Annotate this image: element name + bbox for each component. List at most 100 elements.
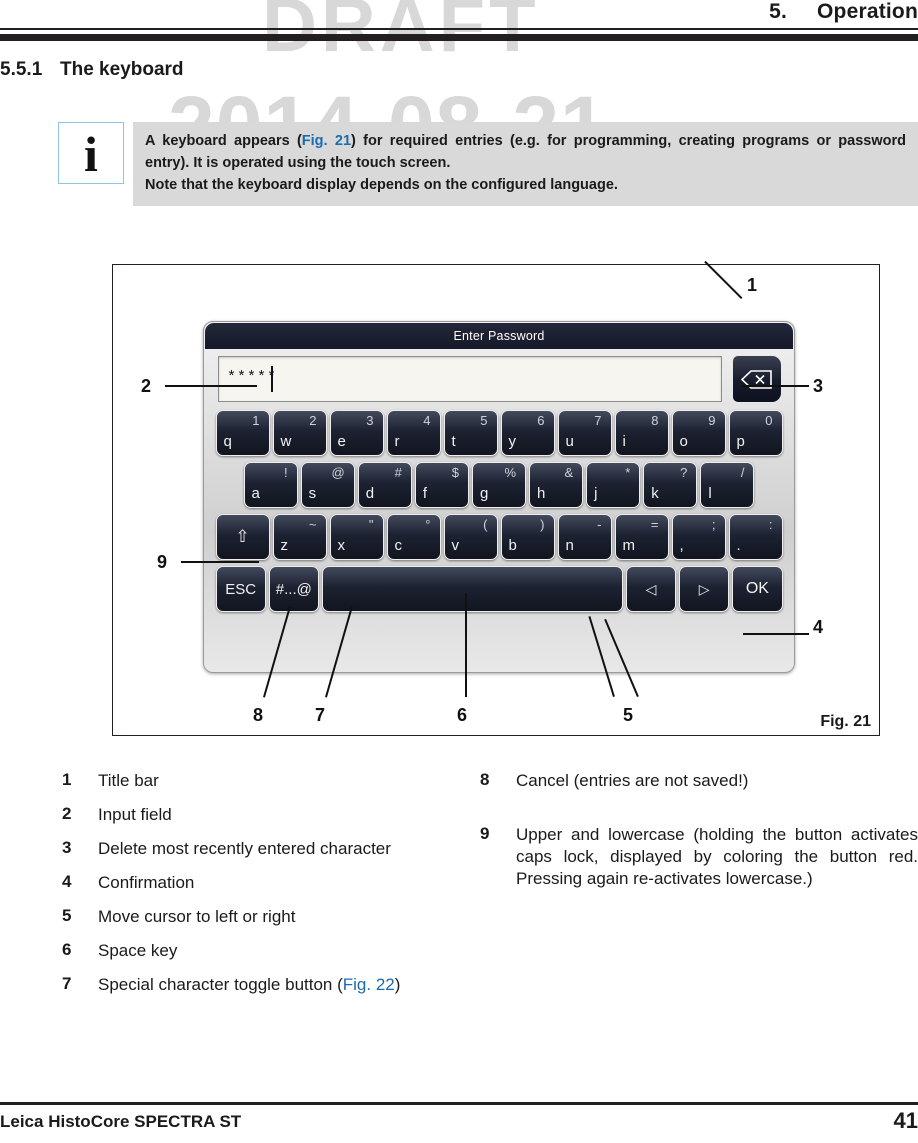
key-esc[interactable]: ESC	[215, 566, 266, 612]
key-w[interactable]: w2	[272, 410, 327, 456]
fig-21-link[interactable]: Fig. 21	[302, 133, 351, 149]
key-u[interactable]: u7	[557, 410, 612, 456]
legend-item: 9 Upper and lowercase (holding the button…	[480, 824, 918, 890]
key-sup-label: (	[483, 517, 488, 532]
key-a[interactable]: a!	[243, 462, 298, 508]
key-g[interactable]: g%	[471, 462, 527, 508]
legend-index: 2	[62, 804, 72, 823]
legend-item: 1 Title bar	[62, 770, 472, 792]
key-row-3: ⇧ z ~ x " c ° v(b) n - m =,;.:	[214, 514, 784, 560]
key-y[interactable]: y6	[500, 410, 555, 456]
key-b[interactable]: b)	[500, 514, 555, 560]
info-icon: i	[58, 122, 124, 184]
key-shift[interactable]: ⇧	[215, 514, 270, 560]
key-sup-label: 1	[252, 413, 260, 428]
key-p[interactable]: p0	[728, 410, 783, 456]
backspace-key[interactable]	[732, 355, 782, 403]
legend-item: 4 Confirmation	[62, 872, 472, 894]
leader-line-6	[465, 593, 467, 697]
key-f[interactable]: f $	[414, 462, 469, 508]
key-main-label: i	[622, 433, 626, 450]
key-main-label: o	[679, 433, 688, 450]
note-box: A keyboard appears (Fig. 21) for require…	[133, 122, 918, 206]
legend-item: 2 Input field	[62, 804, 472, 826]
legend-item: 6 Space key	[62, 940, 472, 962]
callout-4: 4	[813, 617, 824, 637]
key-j[interactable]: j *	[586, 462, 641, 508]
callout-7: 7	[315, 705, 326, 725]
legend-text: Input field	[98, 805, 172, 824]
key-main-label: y	[508, 433, 517, 450]
key-symbol-toggle[interactable]: #...@	[268, 566, 319, 612]
key-l[interactable]: l /	[700, 462, 755, 508]
legend-index: 6	[62, 940, 72, 959]
key-sup-label: %	[504, 465, 517, 480]
key-label: #...@	[275, 580, 312, 598]
key-k[interactable]: k?	[643, 462, 698, 508]
callout-6: 6	[457, 705, 468, 725]
leader-line-9	[181, 561, 259, 563]
key-main-label: t	[451, 433, 456, 450]
key-ok[interactable]: OK	[732, 566, 783, 612]
callout-3: 3	[813, 376, 824, 396]
key-main-label: h	[537, 485, 546, 502]
key-space[interactable]	[321, 566, 623, 612]
leader-line-3	[741, 385, 809, 387]
key-main-label: p	[736, 433, 745, 450]
key-e[interactable]: e3	[329, 410, 384, 456]
figure-caption: Fig. 21	[820, 713, 871, 730]
key-m[interactable]: m =	[614, 514, 669, 560]
key-cursor-left[interactable]: ◁	[625, 566, 677, 612]
key-sup-label: *	[625, 465, 631, 480]
leader-line-2	[165, 385, 257, 387]
key-.[interactable]: .:	[728, 514, 783, 560]
key-main-label: l	[708, 485, 712, 502]
key-main-label: n	[565, 537, 574, 554]
fig-22-link[interactable]: Fig. 22	[343, 975, 395, 994]
key-main-label: a	[251, 485, 260, 502]
key-c[interactable]: c °	[386, 514, 441, 560]
key-sup-label: 8	[651, 413, 659, 428]
key-main-label: s	[308, 485, 317, 502]
legend-item: 3 Delete most recently entered character	[62, 838, 472, 860]
header-chapter-number: 5.	[769, 0, 788, 23]
key-sup-label: ;	[711, 517, 716, 532]
key-i[interactable]: i8	[614, 410, 669, 456]
key-cursor-right[interactable]: ▷	[679, 566, 730, 612]
legend-text-after: )	[394, 975, 401, 994]
key-main-label: d	[365, 485, 375, 502]
key-main-label: j	[594, 485, 598, 502]
key-label	[323, 567, 622, 611]
key-q[interactable]: q1	[215, 410, 270, 456]
legend-text: Upper and lowercase (holding the button …	[516, 825, 918, 888]
key-o[interactable]: o9	[671, 410, 726, 456]
legend-item: 8 Cancel (entries are not saved!)	[480, 770, 918, 792]
key-main-label: f	[422, 485, 427, 502]
key-n[interactable]: n-	[557, 514, 612, 560]
page-header: 5. Operation	[0, 0, 918, 48]
key-s[interactable]: s @	[300, 462, 355, 508]
key-,[interactable]: ,;	[671, 514, 726, 560]
key-t[interactable]: t5	[443, 410, 498, 456]
key-d[interactable]: d #	[357, 462, 412, 508]
header-rule-thin	[0, 28, 918, 30]
legend-index: 9	[480, 824, 490, 843]
input-field-value: *****	[227, 369, 278, 386]
key-x[interactable]: x "	[329, 514, 384, 560]
key-sup-label: )	[540, 517, 545, 532]
callout-9: 9	[157, 552, 168, 572]
key-h[interactable]: h &	[529, 462, 584, 508]
key-main-label: e	[337, 433, 346, 450]
key-sup-label: ~	[308, 517, 317, 532]
key-v[interactable]: v(	[443, 514, 498, 560]
key-main-label: b	[508, 537, 517, 554]
key-sup-label: !	[283, 465, 288, 480]
section-heading: 5.5.1 The keyboard	[0, 59, 184, 81]
legend-index: 7	[62, 974, 72, 993]
key-sup-label: ?	[680, 465, 688, 480]
key-r[interactable]: r4	[386, 410, 441, 456]
input-field[interactable]: *****	[218, 356, 722, 402]
key-z[interactable]: z ~	[272, 514, 327, 560]
input-row: *****	[218, 355, 782, 404]
info-icon-glyph: i	[84, 126, 98, 182]
